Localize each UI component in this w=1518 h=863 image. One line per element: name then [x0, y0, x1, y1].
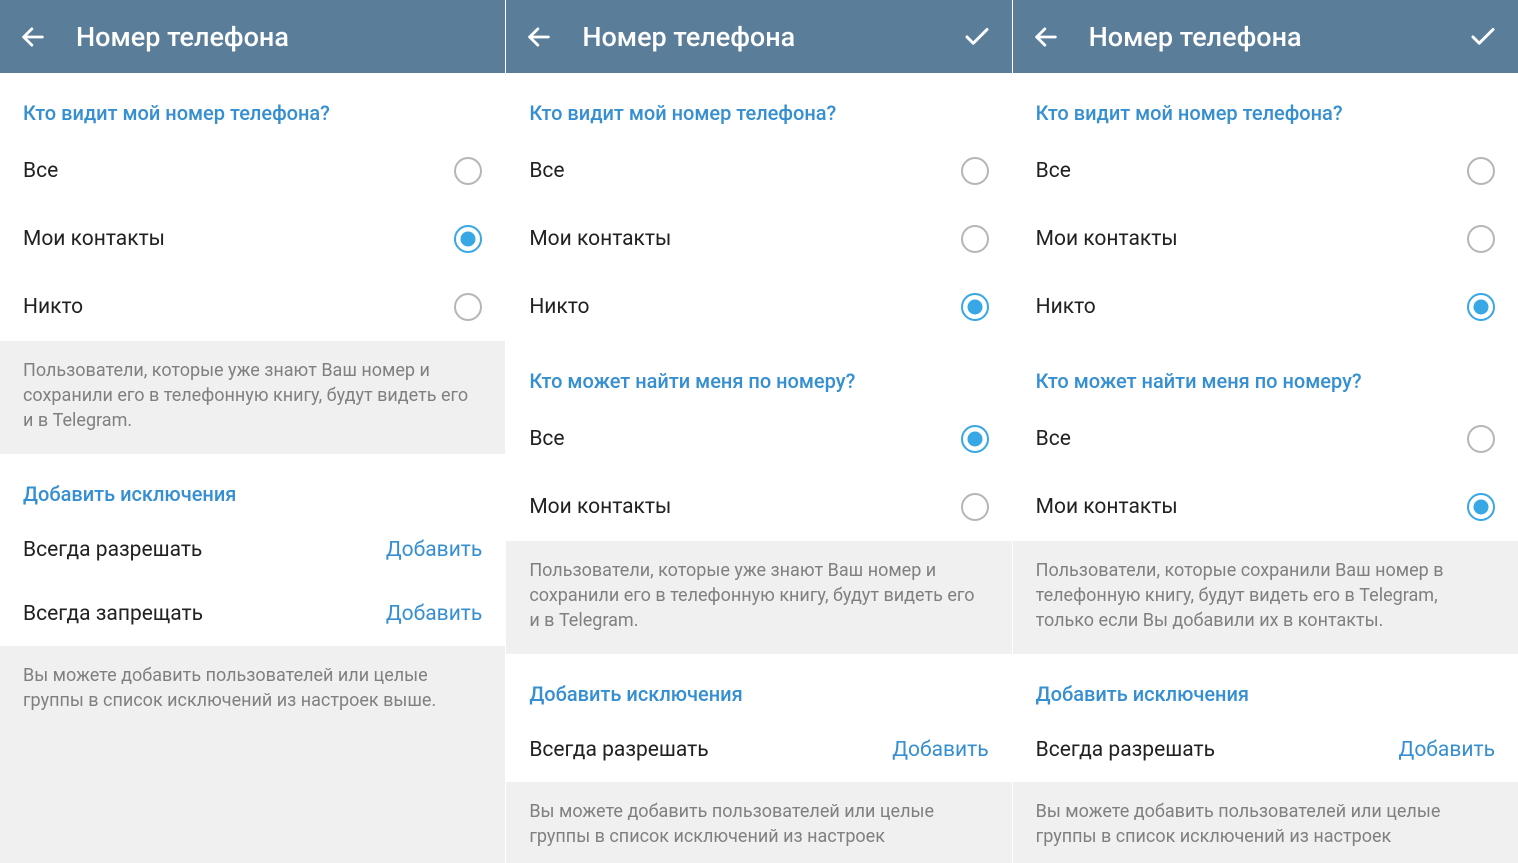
app-header: Номер телефона — [1013, 0, 1518, 73]
settings-section: Добавить исключенияВсегда разрешатьДобав… — [506, 654, 1011, 782]
settings-section: Кто видит мой номер телефона? Все Мои конт… — [1013, 73, 1518, 341]
screen: Номер телефона Кто видит мой номер телефо… — [0, 0, 505, 863]
section-heading: Кто может найти меня по номеру? — [1013, 341, 1518, 405]
radio-label: Мои контакты — [1036, 495, 1467, 519]
radio-icon[interactable] — [1467, 157, 1495, 185]
settings-section: Кто может найти меня по номеру? Все Мои ко… — [506, 341, 1011, 541]
radio-option[interactable]: Мои контакты — [506, 205, 1011, 273]
radio-label: Мои контакты — [529, 227, 960, 251]
radio-icon[interactable] — [1467, 225, 1495, 253]
settings-section: Добавить исключенияВсегда разрешатьДобав… — [1013, 654, 1518, 782]
section-heading: Кто видит мой номер телефона? — [0, 73, 505, 137]
radio-option[interactable]: Все — [0, 137, 505, 205]
radio-label: Все — [23, 159, 454, 183]
exception-label: Всегда разрешать — [529, 738, 892, 762]
back-arrow-icon[interactable] — [18, 22, 48, 52]
section-heading: Добавить исключения — [1013, 654, 1518, 718]
add-link[interactable]: Добавить — [1399, 738, 1495, 762]
settings-section: Кто видит мой номер телефона? Все Мои конт… — [506, 73, 1011, 341]
section-footer-text: Вы можете добавить пользователей или цел… — [0, 646, 505, 733]
add-link[interactable]: Добавить — [386, 538, 482, 562]
section-footer-text: Вы можете добавить пользователей или цел… — [1013, 782, 1518, 863]
section-heading: Добавить исключения — [0, 454, 505, 518]
section-footer-text: Пользователи, которые уже знают Ваш номе… — [506, 541, 1011, 654]
settings-section: Кто может найти меня по номеру? Все Мои ко… — [1013, 341, 1518, 541]
radio-label: Все — [529, 427, 960, 451]
confirm-check-icon[interactable] — [960, 20, 994, 54]
exception-row[interactable]: Всегда разрешатьДобавить — [0, 518, 505, 582]
radio-icon[interactable] — [1467, 493, 1495, 521]
section-heading: Кто видит мой номер телефона? — [1013, 73, 1518, 137]
radio-icon[interactable] — [961, 157, 989, 185]
content: Кто видит мой номер телефона? Все Мои конт… — [506, 73, 1011, 863]
radio-option[interactable]: Никто — [1013, 273, 1518, 341]
page-title: Номер телефона — [76, 21, 487, 53]
radio-icon[interactable] — [1467, 425, 1495, 453]
screen: Номер телефона Кто видит мой номер телефо… — [1012, 0, 1518, 863]
app-header: Номер телефона — [0, 0, 505, 73]
radio-label: Все — [529, 159, 960, 183]
radio-label: Никто — [1036, 295, 1467, 319]
section-footer-text: Пользователи, которые уже знают Ваш номе… — [0, 341, 505, 454]
exception-row[interactable]: Всегда разрешатьДобавить — [506, 718, 1011, 782]
section-heading: Кто видит мой номер телефона? — [506, 73, 1011, 137]
content: Кто видит мой номер телефона? Все Мои конт… — [0, 73, 505, 863]
confirm-check-icon[interactable] — [1466, 20, 1500, 54]
radio-icon[interactable] — [454, 293, 482, 321]
settings-section: Добавить исключенияВсегда разрешатьДобав… — [0, 454, 505, 646]
radio-icon[interactable] — [1467, 293, 1495, 321]
page-title: Номер телефона — [582, 21, 959, 53]
exception-row[interactable]: Всегда разрешатьДобавить — [1013, 718, 1518, 782]
radio-icon[interactable] — [961, 293, 989, 321]
add-link[interactable]: Добавить — [892, 738, 988, 762]
exception-label: Всегда разрешать — [1036, 738, 1399, 762]
radio-option[interactable]: Все — [1013, 137, 1518, 205]
radio-option[interactable]: Все — [1013, 405, 1518, 473]
radio-icon[interactable] — [961, 425, 989, 453]
add-link[interactable]: Добавить — [386, 602, 482, 626]
app-header: Номер телефона — [506, 0, 1011, 73]
section-footer-text: Вы можете добавить пользователей или цел… — [506, 782, 1011, 863]
radio-option[interactable]: Мои контакты — [1013, 473, 1518, 541]
section-heading: Кто может найти меня по номеру? — [506, 341, 1011, 405]
radio-option[interactable]: Мои контакты — [506, 473, 1011, 541]
radio-option[interactable]: Никто — [0, 273, 505, 341]
radio-label: Мои контакты — [23, 227, 454, 251]
radio-icon[interactable] — [454, 157, 482, 185]
section-footer-text: Пользователи, которые сохранили Ваш номе… — [1013, 541, 1518, 654]
back-arrow-icon[interactable] — [524, 22, 554, 52]
exception-label: Всегда запрещать — [23, 602, 386, 626]
radio-option[interactable]: Все — [506, 137, 1011, 205]
radio-option[interactable]: Никто — [506, 273, 1011, 341]
exception-row[interactable]: Всегда запрещатьДобавить — [0, 582, 505, 646]
page-title: Номер телефона — [1089, 21, 1466, 53]
radio-label: Все — [1036, 159, 1467, 183]
radio-icon[interactable] — [961, 225, 989, 253]
radio-label: Мои контакты — [529, 495, 960, 519]
content: Кто видит мой номер телефона? Все Мои конт… — [1013, 73, 1518, 863]
radio-label: Никто — [23, 295, 454, 319]
radio-label: Все — [1036, 427, 1467, 451]
back-arrow-icon[interactable] — [1031, 22, 1061, 52]
screen: Номер телефона Кто видит мой номер телефо… — [505, 0, 1011, 863]
radio-option[interactable]: Мои контакты — [1013, 205, 1518, 273]
settings-section: Кто видит мой номер телефона? Все Мои конт… — [0, 73, 505, 341]
radio-option[interactable]: Все — [506, 405, 1011, 473]
radio-label: Мои контакты — [1036, 227, 1467, 251]
radio-icon[interactable] — [961, 493, 989, 521]
radio-option[interactable]: Мои контакты — [0, 205, 505, 273]
exception-label: Всегда разрешать — [23, 538, 386, 562]
radio-icon[interactable] — [454, 225, 482, 253]
section-heading: Добавить исключения — [506, 654, 1011, 718]
radio-label: Никто — [529, 295, 960, 319]
